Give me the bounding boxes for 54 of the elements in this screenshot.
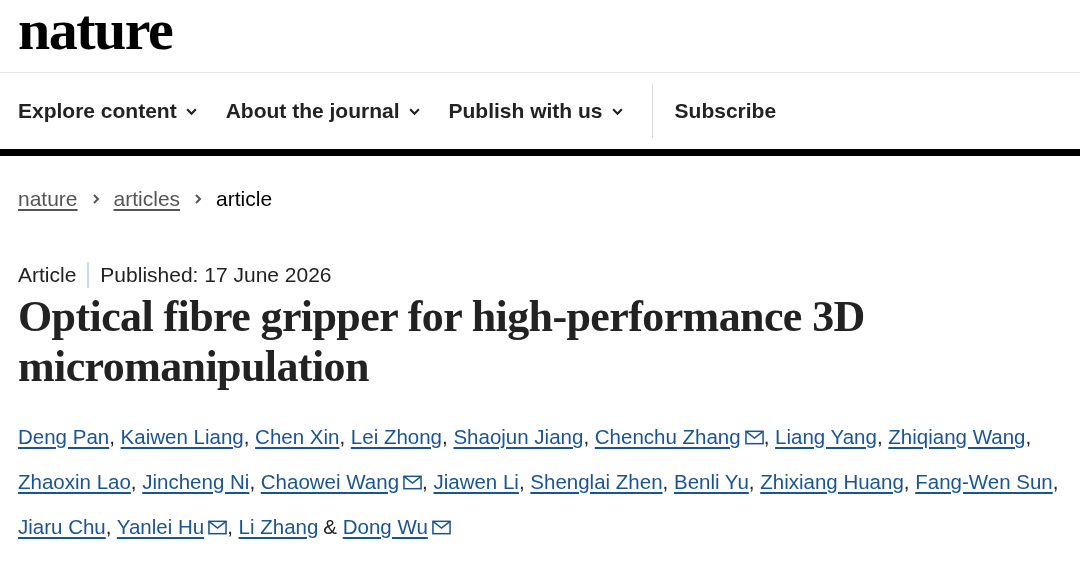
author-link[interactable]: Chen Xin: [255, 425, 340, 448]
comma: ,: [339, 425, 346, 448]
author-link[interactable]: Li Zhang: [238, 515, 319, 538]
envelope-icon[interactable]: [431, 520, 451, 535]
article-title: Optical fibre gripper for high-performance 3D micromanipulation: [18, 292, 866, 392]
author-link[interactable]: Benli Yu: [673, 470, 749, 493]
nav-menu[interactable]: About the journal: [225, 99, 421, 123]
publication-date: Published: 17 June 2026: [100, 263, 332, 287]
comma: ,: [662, 470, 669, 493]
ampersand: &: [323, 515, 338, 538]
comma: ,: [227, 515, 233, 538]
author-link[interactable]: Jiaru Chu: [18, 515, 106, 538]
comma: ,: [249, 470, 256, 493]
comma: ,: [748, 470, 755, 493]
nav-link[interactable]: Subscribe: [674, 99, 777, 123]
comma: ,: [243, 425, 250, 448]
article-type: Article: [18, 263, 77, 287]
comma: ,: [442, 425, 448, 448]
author-link[interactable]: Jincheng Ni: [142, 470, 250, 493]
author-link[interactable]: Liang Yang: [775, 425, 877, 448]
author-link[interactable]: Yanlei Hu: [116, 515, 205, 538]
author-link[interactable]: Deng Pan: [18, 425, 110, 448]
comma: ,: [876, 425, 883, 448]
author-link[interactable]: Zhixiang Huang: [760, 470, 904, 493]
comma: ,: [1052, 470, 1059, 493]
breadcrumb-link[interactable]: nature: [18, 187, 78, 211]
author-link[interactable]: Lei Zhong: [350, 425, 443, 448]
envelope-icon[interactable]: [208, 520, 228, 535]
author-link[interactable]: Shaojun Jiang: [453, 425, 584, 448]
author-link[interactable]: Zhaoxin Lao: [18, 470, 131, 493]
author-link[interactable]: Jiawen Li: [433, 470, 519, 493]
author-link[interactable]: Shenglai Zhen: [530, 470, 663, 493]
comma: ,: [583, 425, 590, 448]
nav-menu[interactable]: Explore content: [18, 99, 198, 123]
author-link[interactable]: Chaowei Wang: [260, 470, 400, 493]
comma: ,: [105, 515, 112, 538]
envelope-icon[interactable]: [744, 430, 764, 445]
breadcrumb-current: article: [216, 187, 273, 211]
journal-logo[interactable]: nature: [18, 1, 173, 59]
comma: ,: [903, 470, 910, 493]
comma: ,: [422, 470, 428, 493]
breadcrumb-link[interactable]: articles: [113, 187, 181, 211]
comma: ,: [763, 425, 770, 448]
author-link[interactable]: Chenchu Zhang: [594, 425, 741, 448]
comma: ,: [109, 425, 115, 448]
nav-menu[interactable]: Publish with us: [448, 99, 624, 123]
comma: ,: [130, 470, 137, 493]
author-link[interactable]: Zhiqiang Wang: [888, 425, 1026, 448]
comma: ,: [518, 470, 525, 493]
author-link[interactable]: Dong Wu: [342, 515, 428, 538]
comma: ,: [1025, 425, 1032, 448]
author-link[interactable]: Kaiwen Liang: [120, 425, 244, 448]
envelope-icon[interactable]: [403, 475, 423, 490]
author-link[interactable]: Fang-Wen Sun: [915, 470, 1053, 493]
